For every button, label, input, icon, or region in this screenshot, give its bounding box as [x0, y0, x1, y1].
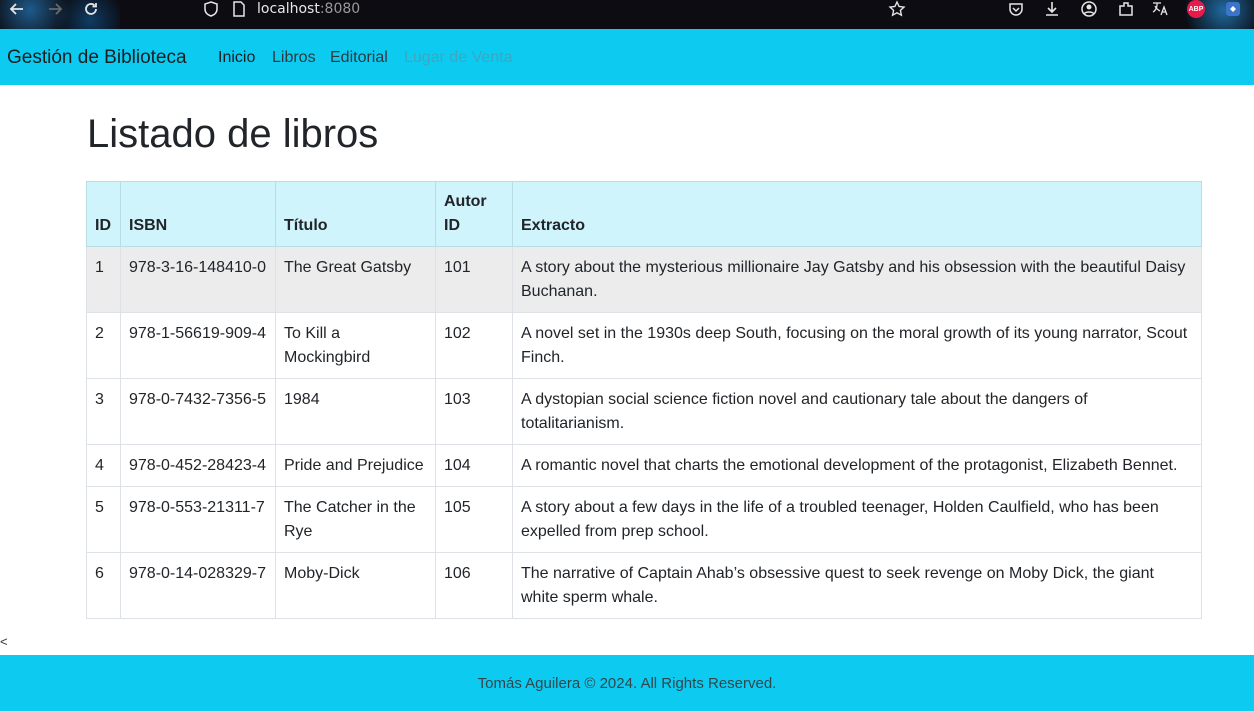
table-row: 4 978-0-452-28423-4 Pride and Prejudice … — [86, 444, 1202, 487]
cell-title: Moby-Dick — [275, 552, 436, 619]
page-title: Listado de libros — [87, 112, 379, 156]
cell-id: 6 — [86, 552, 121, 619]
page-icon[interactable] — [230, 0, 248, 18]
address-bar[interactable]: localhost:8080 — [257, 0, 360, 18]
cell-excerpt: A novel set in the 1930s deep South, foc… — [512, 312, 1202, 379]
navbar-brand[interactable]: Gestión de Biblioteca — [7, 47, 187, 69]
cell-title: 1984 — [275, 378, 436, 445]
nav-link-inicio[interactable]: Inicio — [218, 49, 255, 67]
table-row: 6 978-0-14-028329-7 Moby-Dick 106 The na… — [86, 552, 1202, 619]
table-header-row: ID ISBN Título Autor ID Extracto — [86, 181, 1202, 247]
header-titulo: Título — [275, 181, 436, 247]
download-icon[interactable] — [1043, 0, 1061, 18]
cell-excerpt: The narrative of Captain Ahab’s obsessiv… — [512, 552, 1202, 619]
cell-title: The Great Gatsby — [275, 246, 436, 313]
header-extracto: Extracto — [512, 181, 1202, 247]
cell-author-id: 106 — [435, 552, 513, 619]
url-port: :8080 — [319, 1, 361, 17]
cell-author-id: 105 — [435, 486, 513, 553]
table-row: 3 978-0-7432-7356-5 1984 103 A dystopian… — [86, 378, 1202, 445]
cell-title: The Catcher in the Rye — [275, 486, 436, 553]
cell-isbn: 978-0-452-28423-4 — [120, 444, 276, 487]
cell-excerpt: A romantic novel that charts the emotion… — [512, 444, 1202, 487]
cell-excerpt: A story about a few days in the life of … — [512, 486, 1202, 553]
header-isbn: ISBN — [120, 181, 276, 247]
browser-toolbar: localhost:8080 ABP — [0, 0, 1254, 29]
forward-arrow-icon[interactable] — [46, 0, 64, 18]
account-icon[interactable] — [1080, 0, 1098, 18]
header-id: ID — [86, 181, 121, 247]
cell-title: Pride and Prejudice — [275, 444, 436, 487]
cell-author-id: 102 — [435, 312, 513, 379]
cell-isbn: 978-0-7432-7356-5 — [120, 378, 276, 445]
footer-text: Tomás Aguilera © 2024. All Rights Reserv… — [477, 675, 777, 692]
cell-author-id: 103 — [435, 378, 513, 445]
reload-icon[interactable] — [82, 0, 100, 18]
nav-link-lugar-de-venta[interactable]: Lugar de Venta — [404, 49, 513, 67]
nav-link-libros[interactable]: Libros — [272, 49, 316, 67]
nav-link-editorial[interactable]: Editorial — [330, 49, 388, 67]
pocket-icon[interactable] — [1007, 0, 1025, 18]
translate-icon[interactable] — [1151, 0, 1169, 18]
cell-id: 2 — [86, 312, 121, 379]
cell-id: 1 — [86, 246, 121, 313]
table-row: 1 978-3-16-148410-0 The Great Gatsby 101… — [86, 246, 1202, 313]
star-icon[interactable] — [888, 0, 906, 18]
abp-icon[interactable]: ABP — [1187, 0, 1205, 18]
abp-label: ABP — [1188, 5, 1204, 13]
table-row: 2 978-1-56619-909-4 To Kill a Mockingbir… — [86, 312, 1202, 379]
cell-isbn: 978-0-553-21311-7 — [120, 486, 276, 553]
extension-icon[interactable] — [1224, 0, 1242, 18]
cell-isbn: 978-3-16-148410-0 — [120, 246, 276, 313]
cell-author-id: 101 — [435, 246, 513, 313]
extensions-icon[interactable] — [1117, 0, 1135, 18]
url-host: localhost — [257, 1, 320, 17]
navbar: Gestión de Biblioteca Inicio Libros Edit… — [0, 29, 1254, 85]
header-autor-id: Autor ID — [435, 181, 513, 247]
cell-excerpt: A story about the mysterious millionaire… — [512, 246, 1202, 313]
shield-icon[interactable] — [202, 0, 220, 18]
cell-author-id: 104 — [435, 444, 513, 487]
table-row: 5 978-0-553-21311-7 The Catcher in the R… — [86, 486, 1202, 553]
cell-excerpt: A dystopian social science fiction novel… — [512, 378, 1202, 445]
cell-isbn: 978-1-56619-909-4 — [120, 312, 276, 379]
cell-id: 4 — [86, 444, 121, 487]
footer: Tomás Aguilera © 2024. All Rights Reserv… — [0, 655, 1254, 711]
cell-isbn: 978-0-14-028329-7 — [120, 552, 276, 619]
cell-id: 3 — [86, 378, 121, 445]
back-arrow-icon[interactable] — [8, 0, 26, 18]
stray-character: < — [0, 634, 8, 649]
books-table: ID ISBN Título Autor ID Extracto 1 978-3… — [86, 181, 1202, 619]
cell-title: To Kill a Mockingbird — [275, 312, 436, 379]
cell-id: 5 — [86, 486, 121, 553]
